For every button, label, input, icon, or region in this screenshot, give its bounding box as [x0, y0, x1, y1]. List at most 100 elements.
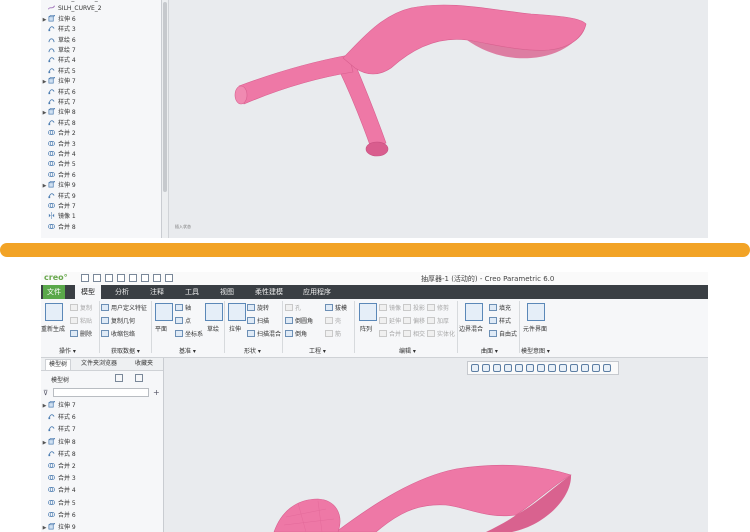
undo-icon[interactable]	[117, 274, 125, 282]
tree-item[interactable]: 合并 8	[41, 223, 76, 233]
menu-file[interactable]: 文件	[43, 285, 65, 299]
tree-item[interactable]: 合并 2	[41, 129, 76, 139]
tree-settings-icon[interactable]	[115, 374, 123, 382]
regenerate-button[interactable]: 重新生成	[41, 324, 65, 333]
tree-item[interactable]: ▶ 拉伸 9	[41, 523, 76, 532]
tree-item[interactable]: ▶ 拉伸 7	[41, 401, 76, 411]
tree-item[interactable]: SILH_CURVE_1	[41, 0, 102, 4]
menu-tab-view[interactable]: 视图	[214, 285, 240, 299]
zoom-out-icon[interactable]	[493, 364, 501, 372]
shell-button[interactable]: 壳	[325, 316, 341, 325]
revolve-button[interactable]: 旋转	[247, 303, 269, 312]
hole-button[interactable]: 孔	[285, 303, 301, 312]
tree-item[interactable]: 合并 3	[41, 140, 76, 150]
offset-button[interactable]: 偏移	[403, 316, 425, 325]
tab-favorites[interactable]: 收藏夹	[135, 359, 153, 369]
extend-button[interactable]: 延伸	[379, 316, 401, 325]
regenerate-icon[interactable]	[45, 303, 63, 321]
tree-item[interactable]: 合并 2	[41, 462, 76, 472]
view-manager-icon[interactable]	[537, 364, 545, 372]
component-interface-icon[interactable]	[527, 303, 545, 321]
tree-item[interactable]: 样式 6	[41, 88, 76, 98]
copy-button[interactable]: 复制	[70, 303, 92, 312]
copy-geometry-button[interactable]: 复制几何	[101, 316, 135, 325]
tree-item[interactable]: 样式 5	[41, 67, 76, 77]
group-shapes[interactable]: 形状 ▾	[244, 346, 261, 355]
annotation-display-icon[interactable]	[581, 364, 589, 372]
tree-item[interactable]: 草绘 6	[41, 36, 76, 46]
sketch-button[interactable]: 草绘	[207, 324, 219, 333]
redo-icon[interactable]	[129, 274, 137, 282]
swept-blend-button[interactable]: 扫描混合	[247, 329, 281, 338]
scroll-thumb[interactable]	[163, 2, 167, 192]
tree-item[interactable]: ▶ 拉伸 9	[41, 181, 76, 191]
tab-folder-browser[interactable]: 文件夹浏览器	[81, 359, 117, 369]
shrinkwrap-button[interactable]: 收缩包络	[101, 329, 135, 338]
plane-button[interactable]: 平面	[155, 324, 167, 333]
group-get-data[interactable]: 获取数据 ▾	[111, 346, 140, 355]
extrude-icon[interactable]	[228, 303, 246, 321]
pattern-icon[interactable]	[359, 303, 377, 321]
tree-item[interactable]: 合并 4	[41, 150, 76, 160]
freestyle-button[interactable]: 自由式	[489, 329, 517, 338]
tree-item[interactable]: 样式 4	[41, 56, 76, 66]
tree-item[interactable]: 草绘 7	[41, 46, 76, 56]
delete-button[interactable]: 删除	[70, 329, 92, 338]
open-file-icon[interactable]	[93, 274, 101, 282]
more-views-icon[interactable]	[603, 364, 611, 372]
axis-button[interactable]: 轴	[175, 303, 191, 312]
boundary-blend-icon[interactable]	[465, 303, 483, 321]
close-window-icon[interactable]	[165, 274, 173, 282]
menu-tab-model[interactable]: 模型	[75, 285, 101, 299]
tree-item[interactable]: 合并 6	[41, 511, 76, 521]
bottom-model-viewport[interactable]	[226, 447, 626, 532]
menu-tab-tools[interactable]: 工具	[179, 285, 205, 299]
trim-button[interactable]: 修剪	[427, 303, 449, 312]
draft-button[interactable]: 拔模	[325, 303, 347, 312]
datum-display-icon[interactable]	[570, 364, 578, 372]
style-button[interactable]: 样式	[489, 316, 511, 325]
tree-item[interactable]: 合并 5	[41, 499, 76, 509]
regenerate-icon[interactable]	[141, 274, 149, 282]
thicken-button[interactable]: 加厚	[427, 316, 449, 325]
expand-arrow-icon[interactable]: ▶	[41, 401, 48, 411]
new-file-icon[interactable]	[81, 274, 89, 282]
round-button[interactable]: 倒圆角	[285, 316, 313, 325]
sketch-icon[interactable]	[205, 303, 223, 321]
boundary-blend-button[interactable]: 边界混合	[459, 324, 483, 333]
tree-item[interactable]: ▶ 拉伸 8	[41, 108, 76, 118]
point-button[interactable]: 点	[175, 316, 191, 325]
tree-item[interactable]: 样式 9	[41, 192, 76, 202]
tree-columns-icon[interactable]	[135, 374, 143, 382]
merge-button[interactable]: 合并	[379, 329, 401, 338]
tree-item[interactable]: 样式 8	[41, 119, 76, 129]
expand-arrow-icon[interactable]: ▶	[41, 77, 48, 87]
tree-filter-input[interactable]	[53, 388, 149, 397]
fill-button[interactable]: 填充	[489, 303, 511, 312]
filter-icon[interactable]: ⊽	[43, 389, 48, 397]
tree-item[interactable]: 样式 6	[41, 413, 76, 423]
save-icon[interactable]	[105, 274, 113, 282]
group-datum[interactable]: 基准 ▾	[179, 346, 196, 355]
project-button[interactable]: 投影	[403, 303, 425, 312]
group-engineering[interactable]: 工程 ▾	[309, 346, 326, 355]
tree-item[interactable]: 合并 4	[41, 486, 76, 496]
pattern-button[interactable]: 阵列	[360, 324, 372, 333]
mirror-button[interactable]: 镜像	[379, 303, 401, 312]
expand-arrow-icon[interactable]: ▶	[41, 523, 48, 532]
refit-icon[interactable]	[471, 364, 479, 372]
section-icon[interactable]	[559, 364, 567, 372]
tree-item[interactable]: ▶ 拉伸 8	[41, 437, 76, 448]
menu-tab-applications[interactable]: 应用程序	[299, 285, 335, 299]
extrude-button[interactable]: 拉伸	[229, 324, 241, 333]
group-editing[interactable]: 编辑 ▾	[399, 346, 416, 355]
tree-item[interactable]: 合并 3	[41, 474, 76, 484]
tree-item[interactable]: ▶ 拉伸 6	[41, 14, 76, 25]
expand-arrow-icon[interactable]: ▶	[41, 181, 48, 191]
group-operations[interactable]: 操作 ▾	[59, 346, 76, 355]
menu-tab-annotate[interactable]: 注释	[144, 285, 170, 299]
spin-center-icon[interactable]	[592, 364, 600, 372]
top-tree-scrollbar[interactable]	[162, 0, 169, 238]
add-icon[interactable]: +	[153, 388, 160, 397]
display-style-icon[interactable]	[515, 364, 523, 372]
